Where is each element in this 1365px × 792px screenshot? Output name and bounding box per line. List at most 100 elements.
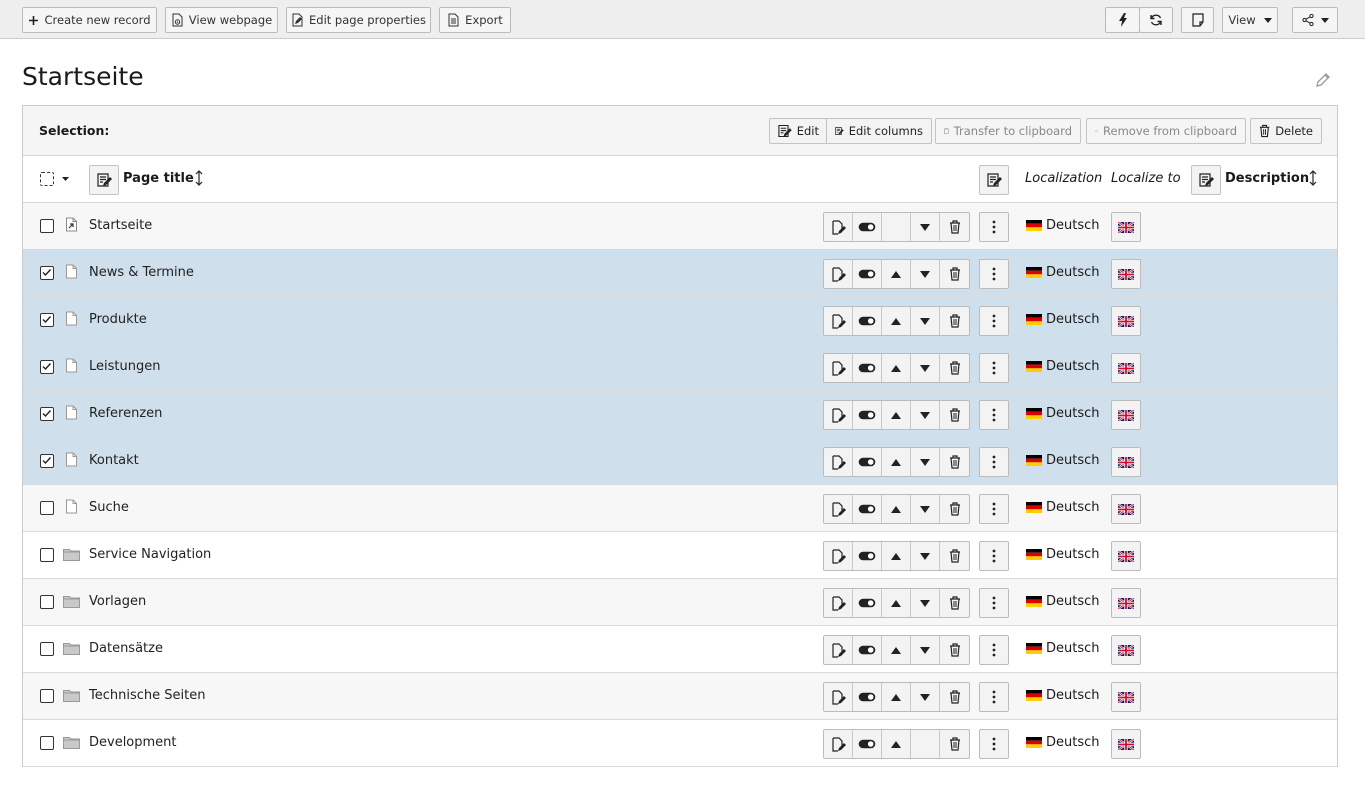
edit-record-button[interactable] [824, 636, 853, 664]
bookmark-button[interactable] [1181, 7, 1214, 33]
more-options-button[interactable] [979, 400, 1009, 430]
more-options-button[interactable] [979, 541, 1009, 571]
localize-to-english-button[interactable] [1111, 212, 1141, 242]
row-page-title[interactable]: News & Termine [89, 265, 194, 280]
more-options-button[interactable] [979, 306, 1009, 336]
description-column-header[interactable]: Description [1225, 171, 1309, 186]
clear-cache-button[interactable] [1105, 7, 1140, 33]
toggle-visibility-button[interactable] [853, 730, 882, 758]
move-down-button[interactable] [911, 495, 940, 523]
localize-to-english-button[interactable] [1111, 447, 1141, 477]
move-down-button[interactable] [911, 636, 940, 664]
more-options-button[interactable] [979, 729, 1009, 759]
reload-button[interactable] [1139, 7, 1173, 33]
localize-to-english-button[interactable] [1111, 635, 1141, 665]
row-page-title[interactable]: Leistungen [89, 359, 160, 374]
edit-record-button[interactable] [824, 307, 853, 335]
row-checkbox[interactable] [40, 736, 54, 750]
toggle-visibility-button[interactable] [853, 354, 882, 382]
move-down-button[interactable] [911, 354, 940, 382]
row-page-title[interactable]: Referenzen [89, 406, 162, 421]
page-title-column-header[interactable]: Page title [123, 171, 194, 186]
sort-icon[interactable] [1309, 170, 1317, 186]
selection-delete-button[interactable]: Delete [1250, 118, 1322, 144]
move-up-button[interactable] [882, 307, 911, 335]
delete-record-button[interactable] [940, 636, 969, 664]
row-page-title[interactable]: Suche [89, 500, 129, 515]
delete-record-button[interactable] [940, 730, 969, 758]
row-page-title[interactable]: Vorlagen [89, 594, 146, 609]
row-checkbox[interactable] [40, 266, 54, 280]
move-up-button[interactable] [882, 730, 911, 758]
caret-down-icon[interactable] [62, 177, 69, 181]
toggle-visibility-button[interactable] [853, 589, 882, 617]
delete-record-button[interactable] [940, 542, 969, 570]
toggle-visibility-button[interactable] [853, 307, 882, 335]
edit-record-button[interactable] [824, 448, 853, 476]
selection-edit-columns-button[interactable]: Edit columns [826, 118, 932, 144]
row-checkbox[interactable] [40, 595, 54, 609]
toggle-visibility-button[interactable] [853, 683, 882, 711]
move-down-button[interactable] [911, 401, 940, 429]
edit-localization-column-button[interactable] [979, 165, 1009, 195]
more-options-button[interactable] [979, 447, 1009, 477]
delete-record-button[interactable] [940, 589, 969, 617]
toggle-visibility-button[interactable] [853, 542, 882, 570]
export-button[interactable]: Export [439, 7, 511, 33]
localize-to-english-button[interactable] [1111, 259, 1141, 289]
row-page-title[interactable]: Produkte [89, 312, 147, 327]
transfer-to-clipboard-button[interactable]: Transfer to clipboard [935, 118, 1081, 144]
localize-to-english-button[interactable] [1111, 306, 1141, 336]
row-checkbox[interactable] [40, 360, 54, 374]
toggle-visibility-button[interactable] [853, 495, 882, 523]
delete-record-button[interactable] [940, 683, 969, 711]
row-page-title[interactable]: Service Navigation [89, 547, 211, 562]
row-checkbox[interactable] [40, 642, 54, 656]
move-up-button[interactable] [882, 448, 911, 476]
edit-record-button[interactable] [824, 730, 853, 758]
localize-to-english-button[interactable] [1111, 541, 1141, 571]
row-page-title[interactable]: Kontakt [89, 453, 139, 468]
row-checkbox[interactable] [40, 219, 54, 233]
selection-edit-button[interactable]: Edit [769, 118, 828, 144]
edit-description-column-button[interactable] [1191, 165, 1221, 195]
row-checkbox[interactable] [40, 501, 54, 515]
localize-to-english-button[interactable] [1111, 588, 1141, 618]
more-options-button[interactable] [979, 212, 1009, 242]
move-down-button[interactable] [911, 542, 940, 570]
delete-record-button[interactable] [940, 495, 969, 523]
delete-record-button[interactable] [940, 213, 969, 241]
edit-title-pencil-icon[interactable] [1315, 72, 1331, 88]
toggle-visibility-button[interactable] [853, 260, 882, 288]
more-options-button[interactable] [979, 635, 1009, 665]
move-up-button[interactable] [882, 495, 911, 523]
create-new-record-button[interactable]: Create new record [22, 7, 157, 33]
edit-record-button[interactable] [824, 683, 853, 711]
localize-to-english-button[interactable] [1111, 682, 1141, 712]
localize-to-english-button[interactable] [1111, 729, 1141, 759]
move-up-button[interactable] [882, 401, 911, 429]
localize-to-english-button[interactable] [1111, 400, 1141, 430]
more-options-button[interactable] [979, 682, 1009, 712]
toggle-visibility-button[interactable] [853, 213, 882, 241]
remove-from-clipboard-button[interactable]: Remove from clipboard [1086, 118, 1246, 144]
share-dropdown[interactable] [1292, 7, 1338, 33]
edit-record-button[interactable] [824, 589, 853, 617]
view-webpage-button[interactable]: View webpage [165, 7, 278, 33]
delete-record-button[interactable] [940, 354, 969, 382]
move-down-button[interactable] [911, 683, 940, 711]
edit-record-button[interactable] [824, 495, 853, 523]
move-up-button[interactable] [882, 636, 911, 664]
move-up-button[interactable] [882, 354, 911, 382]
edit-record-button[interactable] [824, 213, 853, 241]
row-page-title[interactable]: Technische Seiten [89, 688, 205, 703]
more-options-button[interactable] [979, 494, 1009, 524]
sort-icon[interactable] [195, 170, 203, 186]
move-up-button[interactable] [882, 260, 911, 288]
edit-record-button[interactable] [824, 354, 853, 382]
move-up-button[interactable] [882, 589, 911, 617]
move-down-button[interactable] [911, 260, 940, 288]
row-checkbox[interactable] [40, 454, 54, 468]
more-options-button[interactable] [979, 588, 1009, 618]
row-page-title[interactable]: Startseite [89, 218, 152, 233]
